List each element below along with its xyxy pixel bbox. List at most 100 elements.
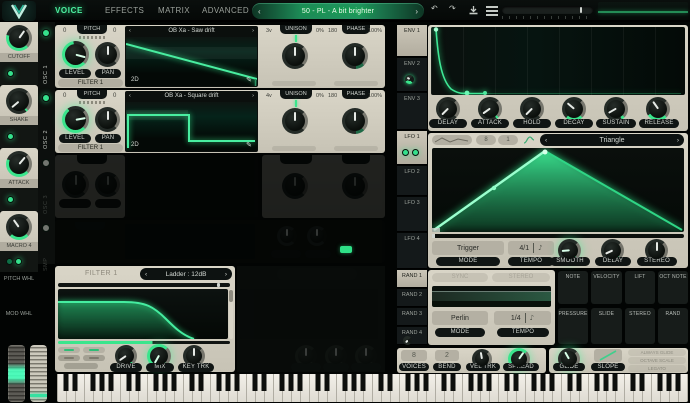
env-decay-knob[interactable] xyxy=(562,97,586,121)
osc1-phase-tab[interactable]: PHASE xyxy=(342,25,370,34)
lfo-shape-next-icon[interactable]: › xyxy=(677,137,679,144)
tab-lfo4[interactable]: LFO 4 xyxy=(397,233,427,269)
macro-cutoff-knob[interactable] xyxy=(6,25,32,51)
menu-icon[interactable] xyxy=(486,6,498,16)
osc2-phase-subpill[interactable] xyxy=(334,146,378,151)
macro-cutoff-indicator[interactable] xyxy=(7,70,14,77)
osc2-filter-route-button[interactable]: FILTER 1 xyxy=(58,144,123,152)
env-delay-knob[interactable] xyxy=(436,97,460,121)
filter1-display-scrollbar[interactable] xyxy=(229,289,233,339)
lfo-tempo-note-icon[interactable]: ♪ xyxy=(538,244,542,252)
filter1-input-smp-button[interactable] xyxy=(83,355,105,361)
env-display[interactable] xyxy=(431,27,685,95)
osc2-phase-rand[interactable]: 100% xyxy=(368,93,382,99)
tab-voice[interactable]: VOICE xyxy=(55,6,83,15)
filter1-resonance-slider[interactable] xyxy=(58,341,230,344)
save-icon[interactable] xyxy=(468,5,479,16)
osc2-pitch-left-value[interactable]: 0 xyxy=(63,93,66,99)
osc1-pitch-right-value[interactable]: 0 xyxy=(113,28,116,34)
macro-4-indicator-a[interactable] xyxy=(6,258,13,265)
tab-rand1[interactable]: RAND 1 xyxy=(397,270,427,288)
osc1-unison-knob[interactable] xyxy=(282,43,308,69)
tab-effects[interactable]: EFFECTS xyxy=(105,6,144,15)
slope-display[interactable] xyxy=(594,349,622,362)
lfo-shape-dropdown[interactable]: ‹ Triangle › xyxy=(540,134,684,146)
lfo-display[interactable] xyxy=(432,148,684,232)
osc2-wave-display[interactable]: 2D ✎ xyxy=(126,102,257,151)
filter1-input-osc1-button[interactable] xyxy=(58,347,80,353)
osc2-unison-knob[interactable] xyxy=(282,108,308,134)
tab-env1[interactable]: ENV 1 xyxy=(397,25,427,57)
osc1-edit-pencil-icon[interactable]: ✎ xyxy=(246,76,252,84)
osc2-phase-value[interactable]: 180 xyxy=(328,93,337,99)
undo-icon[interactable]: ↶ xyxy=(431,4,438,13)
lfo-preview-button[interactable] xyxy=(432,135,472,145)
rand-stereo-button[interactable]: STEREO xyxy=(492,273,550,282)
osc2-unison-voices[interactable]: 4v xyxy=(266,93,272,99)
osc1-2d-toggle[interactable]: 2D xyxy=(131,77,139,83)
osc1-phase-value[interactable]: 180 xyxy=(328,28,337,34)
osc1-phase-knob[interactable] xyxy=(342,43,368,69)
rand-tempo-note-icon[interactable]: ♪ xyxy=(530,314,534,322)
preset-next-icon[interactable]: › xyxy=(415,7,418,16)
mpe-rand-cell[interactable]: RAND xyxy=(658,308,688,344)
osc1-phase-rand[interactable]: 100% xyxy=(368,28,382,34)
mod-wheel[interactable] xyxy=(30,345,47,402)
smp-power-button[interactable] xyxy=(42,224,50,232)
pitch-wheel[interactable] xyxy=(8,345,25,402)
tab-advanced[interactable]: ADVANCED xyxy=(202,6,249,15)
osc2-wavetable-name[interactable]: OB Xa - Square drift xyxy=(125,93,258,99)
preset-browser[interactable]: ‹ 50 - PL - A bit brighter › xyxy=(252,3,424,19)
mpe-slide-cell[interactable]: SLIDE xyxy=(591,308,622,344)
lfo-tempo-box[interactable]: 4/1 ♪ xyxy=(508,241,554,255)
mpe-stereo-cell[interactable]: STEREO xyxy=(625,308,655,344)
filter1-cutoff-slider[interactable] xyxy=(58,283,230,287)
tab-lfo2[interactable]: LFO 2 xyxy=(397,166,427,196)
app-logo[interactable] xyxy=(2,1,36,21)
lfo-mode-dropdown[interactable]: Trigger xyxy=(432,241,504,255)
smp-panel-disabled[interactable] xyxy=(55,220,385,263)
octave-scale-button[interactable]: OCTAVE SCALE xyxy=(628,357,686,364)
volume-slider-handle[interactable] xyxy=(580,7,582,13)
osc2-unison-detune[interactable]: 0% xyxy=(316,93,324,99)
filter2-panel-disabled[interactable] xyxy=(237,266,385,372)
osc2-pitch-tab[interactable]: PITCH xyxy=(77,90,107,99)
env-attack-knob[interactable] xyxy=(478,97,502,121)
osc2-edit-pencil-icon[interactable]: ✎ xyxy=(246,141,252,149)
macro-4-indicator-b[interactable] xyxy=(15,258,22,265)
osc1-unison-detune[interactable]: 0% xyxy=(316,28,324,34)
rand-display[interactable] xyxy=(432,286,551,307)
tab-lfo1[interactable]: LFO 1 xyxy=(397,131,427,165)
filter1-model-next-icon[interactable]: › xyxy=(225,271,227,278)
rand-sync-button[interactable]: SYNC xyxy=(432,273,488,282)
tab-rand2[interactable]: RAND 2 xyxy=(397,289,427,307)
osc2-pan-knob[interactable] xyxy=(95,107,120,132)
osc1-pitch-left-value[interactable]: 0 xyxy=(63,28,66,34)
osc1-power-button[interactable] xyxy=(42,29,50,37)
legato-button[interactable]: LEGATO xyxy=(628,365,686,372)
osc1-level-knob[interactable] xyxy=(62,41,89,68)
osc1-phase-subpill[interactable] xyxy=(334,81,378,86)
tab-env3[interactable]: ENV 3 xyxy=(397,93,427,130)
osc2-phase-knob[interactable] xyxy=(342,108,368,134)
osc3-power-button[interactable] xyxy=(42,159,50,167)
volume-slider[interactable] xyxy=(502,6,593,14)
piano-keyboard[interactable] xyxy=(57,374,688,402)
black-keys[interactable] xyxy=(57,374,688,391)
lfo1-indicator-b[interactable] xyxy=(412,149,419,156)
filter1-serial-route-button[interactable] xyxy=(64,363,98,369)
macro-shake-indicator[interactable] xyxy=(7,133,14,140)
osc1-pitch-tab[interactable]: PITCH xyxy=(77,25,107,34)
lfo-phase-bar[interactable] xyxy=(432,234,684,238)
osc1-wave-display[interactable]: 2D ✎ xyxy=(126,37,257,86)
bend-stepper[interactable]: 2 xyxy=(435,350,459,361)
osc1-unison-subpill[interactable] xyxy=(272,81,316,86)
mpe-lift-cell[interactable]: LIFT xyxy=(625,271,655,304)
lfo-shape-prev-icon[interactable]: ‹ xyxy=(545,137,547,144)
macro-attack-indicator[interactable] xyxy=(7,196,14,203)
filter1-model-dropdown[interactable]: ‹ Ladder : 12dB › xyxy=(140,268,232,280)
preset-prev-icon[interactable]: ‹ xyxy=(258,7,261,16)
osc1-pan-knob[interactable] xyxy=(95,42,120,67)
osc2-power-button[interactable] xyxy=(42,94,50,102)
preset-name[interactable]: 50 - PL - A bit brighter xyxy=(302,8,374,15)
